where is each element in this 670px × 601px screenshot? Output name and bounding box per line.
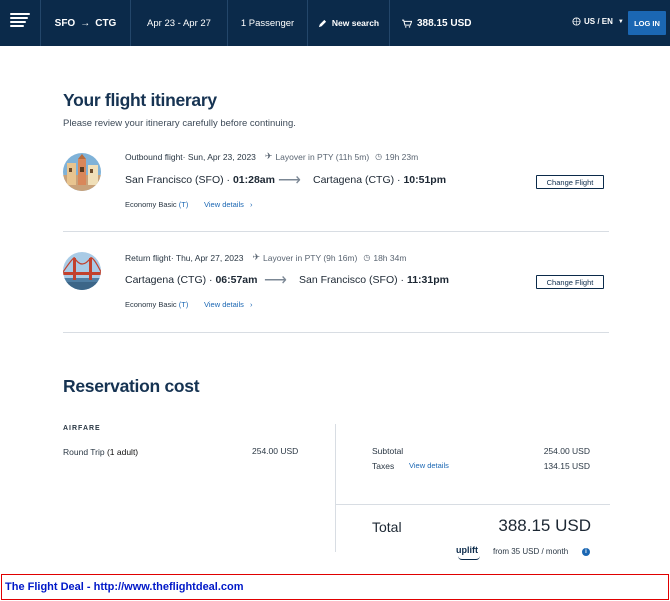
- info-icon[interactable]: i: [582, 548, 590, 556]
- return-from-time: 06:57am: [215, 274, 258, 286]
- passenger-count[interactable]: 1 Passenger: [227, 0, 307, 46]
- return-fare-code[interactable]: (T): [179, 300, 189, 309]
- round-trip-qty: (1 adult): [106, 447, 139, 457]
- watermark-text: The Flight Deal - http://www.theflightde…: [5, 581, 244, 593]
- new-search-label: New search: [331, 18, 380, 28]
- return-to-city: San Francisco (SFO) ·: [299, 274, 407, 286]
- outbound-label: Outbound flight: [125, 151, 183, 162]
- locale-label: US / EN: [584, 17, 613, 26]
- outbound-departure: San Francisco (SFO) · 01:28am: [125, 174, 275, 186]
- itinerary-subtitle: Please review your itinerary carefully b…: [63, 118, 296, 129]
- plane-icon: ✈: [264, 151, 273, 161]
- outbound-view-details-label: View details: [204, 200, 244, 209]
- outbound-fare-class: Economy Basic (T): [125, 200, 188, 209]
- route-summary[interactable]: SFO → CTG: [40, 0, 130, 46]
- trip-dates-label: Apr 23 - Apr 27: [147, 17, 211, 29]
- outbound-arrival: Cartagena (CTG) · 10:51pm: [313, 174, 446, 186]
- reservation-cost-title: Reservation cost: [63, 376, 200, 396]
- return-fare-class: Economy Basic (T): [125, 300, 188, 309]
- itinerary-title: Your flight itinerary: [63, 90, 217, 110]
- outbound-to-city: Cartagena (CTG) ·: [313, 174, 404, 186]
- plane-icon: ✈: [252, 252, 261, 262]
- outbound-fare-code[interactable]: (T): [179, 200, 189, 209]
- outbound-view-details-link[interactable]: View details ›: [204, 200, 252, 209]
- trip-dates[interactable]: Apr 23 - Apr 27: [130, 0, 227, 46]
- uplift-smile-icon: [458, 556, 480, 560]
- outbound-from-city: San Francisco (SFO) ·: [125, 174, 233, 186]
- watermark-banner: The Flight Deal - http://www.theflightde…: [1, 574, 669, 600]
- return-view-details-link[interactable]: View details ›: [204, 300, 252, 309]
- origin-code: SFO: [54, 17, 76, 29]
- destination-photo-san-francisco: [63, 252, 101, 290]
- destination-photo-cartagena: [63, 153, 101, 191]
- taxes-label: Taxes: [372, 461, 395, 471]
- return-flight-header: Return flight · Thu, Apr 27, 2023 ✈ Layo…: [125, 252, 406, 263]
- uplift-logo: uplift: [456, 545, 478, 555]
- total-divider: [336, 504, 610, 505]
- total-value: 388.15 USD: [498, 516, 591, 535]
- taxes-view-details-link[interactable]: View details: [409, 461, 449, 470]
- cart-total-button[interactable]: 388.15 USD: [389, 0, 475, 46]
- locale-selector[interactable]: US / EN ▼: [572, 17, 624, 26]
- pencil-icon: [318, 19, 326, 27]
- chevron-down-icon: ▼: [617, 18, 624, 25]
- outbound-fare-label: Economy Basic: [125, 200, 179, 209]
- return-date: · Thu, Apr 27, 2023: [170, 252, 244, 263]
- outbound-layover: ✈ Layover in PTY (11h 5m): [265, 151, 369, 162]
- taxes-value: 134.15 USD: [543, 461, 590, 471]
- return-change-flight-button[interactable]: Change Flight: [536, 275, 604, 289]
- subtotal-label: Subtotal: [372, 446, 404, 456]
- airfare-heading: AIRFARE: [63, 425, 101, 432]
- outbound-to-time: 10:51pm: [403, 174, 447, 186]
- round-trip-text: Round Trip: [63, 447, 107, 457]
- section-divider: [63, 231, 609, 232]
- round-trip-price: 254.00 USD: [252, 446, 299, 456]
- outbound-date: · Sun, Apr 23, 2023: [182, 151, 256, 162]
- cart-total-label: 388.15 USD: [417, 17, 472, 29]
- return-to-time: 11:31pm: [406, 274, 449, 286]
- monthly-payment-text: from 35 USD / month: [493, 547, 569, 556]
- outbound-flight-header: Outbound flight · Sun, Apr 23, 2023 ✈ La…: [125, 151, 418, 162]
- clock-icon: ◷: [363, 253, 371, 262]
- outbound-duration-text: 19h 23m: [385, 151, 419, 162]
- chevron-right-icon: ›: [249, 300, 253, 309]
- cart-icon: [402, 19, 412, 28]
- clock-icon: ◷: [375, 152, 383, 161]
- top-navigation-bar: SFO → CTG Apr 23 - Apr 27 1 Passenger Ne…: [0, 0, 670, 46]
- outbound-change-flight-button[interactable]: Change Flight: [536, 175, 604, 189]
- passenger-count-label: 1 Passenger: [240, 17, 295, 29]
- return-view-details-label: View details: [204, 300, 244, 309]
- airline-logo-icon[interactable]: [10, 13, 30, 33]
- return-layover: ✈ Layover in PTY (9h 16m): [252, 252, 357, 263]
- cost-column-divider: [335, 424, 336, 552]
- return-fare-label: Economy Basic: [125, 300, 179, 309]
- new-search-button[interactable]: New search: [307, 0, 389, 46]
- return-arrival: San Francisco (SFO) · 11:31pm: [299, 274, 449, 286]
- total-label: Total: [372, 519, 402, 535]
- return-label: Return flight: [125, 252, 171, 263]
- return-departure: Cartagena (CTG) · 06:57am: [125, 274, 257, 286]
- outbound-duration: ◷ 19h 23m: [375, 152, 418, 162]
- return-duration-text: 18h 34m: [373, 252, 407, 263]
- arrow-right-icon: ⟶: [278, 172, 301, 189]
- section-divider: [63, 332, 609, 333]
- subtotal-value: 254.00 USD: [543, 446, 590, 456]
- return-duration: ◷ 18h 34m: [363, 253, 406, 263]
- arrow-right-icon: ⟶: [264, 272, 287, 289]
- outbound-from-time: 01:28am: [232, 174, 275, 186]
- destination-code: CTG: [95, 17, 117, 29]
- chevron-right-icon: ›: [249, 200, 253, 209]
- round-trip-label: Round Trip (1 adult): [63, 447, 138, 457]
- return-layover-text: Layover in PTY (9h 16m): [263, 252, 358, 263]
- globe-icon: [572, 17, 581, 26]
- outbound-layover-text: Layover in PTY (11h 5m): [275, 151, 370, 162]
- return-from-city: Cartagena (CTG) ·: [125, 274, 216, 286]
- login-button[interactable]: LOG IN: [628, 11, 666, 35]
- route-arrow-icon: →: [80, 17, 91, 29]
